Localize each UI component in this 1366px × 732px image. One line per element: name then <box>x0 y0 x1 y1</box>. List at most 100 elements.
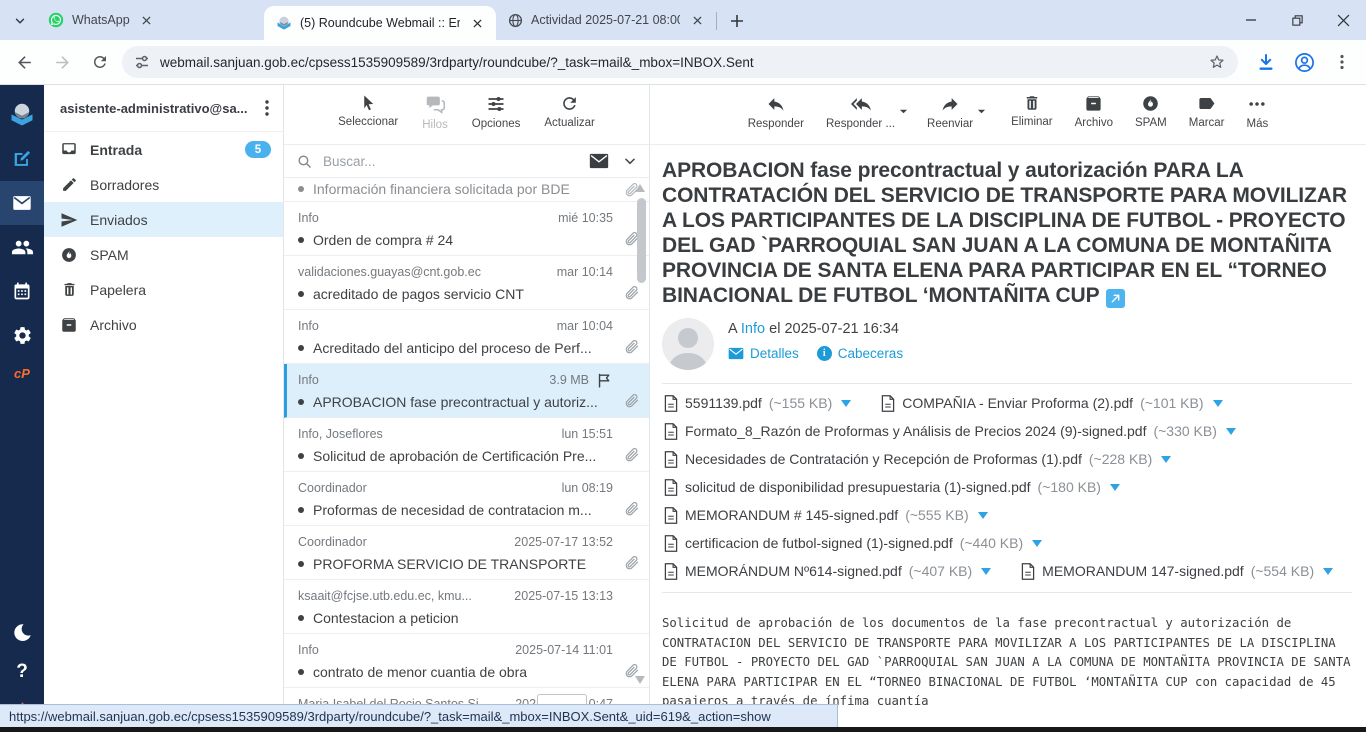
attachment-menu-caret[interactable] <box>981 568 991 575</box>
avatar <box>662 318 714 370</box>
url-text[interactable]: webmail.sanjuan.gob.ec/cpsess1535909589/… <box>160 55 1198 70</box>
tab-whatsapp[interactable]: WhatsApp <box>36 0 264 40</box>
message-row[interactable]: Info, Josefloreslun 15:51 Solicitud de a… <box>284 418 649 472</box>
folder-panel: asistente-administrativo@sa... Entrada 5… <box>44 85 283 732</box>
reply-button[interactable]: Responder <box>748 94 804 130</box>
help-button[interactable]: ? <box>0 652 44 692</box>
cpanel-link[interactable]: cP <box>0 357 44 389</box>
folder-entrada[interactable]: Entrada 5 <box>44 132 283 167</box>
close-window-button[interactable] <box>1320 0 1366 40</box>
attachment-item[interactable]: MEMORANDUM # 145-signed.pdf(~555 KB) <box>664 501 988 529</box>
folder-spam[interactable]: SPAM <box>44 237 283 272</box>
folder-enviados[interactable]: Enviados <box>44 202 283 237</box>
dark-mode-toggle[interactable] <box>0 612 44 652</box>
attachment-item[interactable]: COMPAÑIA - Enviar Proforma (2).pdf(~101 … <box>881 389 1222 417</box>
flag-icon <box>596 372 613 389</box>
message-row-partial[interactable]: Información financiera solicitada por BD… <box>284 178 649 202</box>
attachment-menu-caret[interactable] <box>1323 568 1333 575</box>
forward-button[interactable] <box>46 46 78 78</box>
browser-window: WhatsApp (5) Roundcube Webmail :: Envia … <box>0 0 1366 732</box>
download-icon[interactable] <box>1250 46 1282 78</box>
message-row-selected[interactable]: Info 3.9 MB APROBACION fase precontractu… <box>284 364 649 418</box>
reading-pane: Responder Responder ... Reenviar <box>649 85 1366 732</box>
refresh-list-button[interactable]: Actualizar <box>544 94 595 129</box>
reply-all-button[interactable]: Responder ... <box>826 94 895 130</box>
folder-borradores[interactable]: Borradores <box>44 167 283 202</box>
tab-roundcube-active[interactable]: (5) Roundcube Webmail :: Envia <box>264 6 496 40</box>
message-row[interactable]: Coordinadorlun 08:19 Proformas de necesi… <box>284 472 649 526</box>
search-icon <box>296 153 313 170</box>
profile-icon[interactable] <box>1288 46 1320 78</box>
new-tab-button[interactable] <box>723 7 751 35</box>
threads-button[interactable]: Hilos <box>422 94 448 131</box>
message-row[interactable]: Infomar 10:04 Acreditado del anticipo de… <box>284 310 649 364</box>
address-bar[interactable]: webmail.sanjuan.gob.ec/cpsess1535909589/… <box>122 46 1238 78</box>
bookmark-star-icon[interactable] <box>1208 53 1226 71</box>
headers-link[interactable]: i Cabeceras <box>817 346 903 361</box>
tab-close-icon[interactable] <box>138 11 156 29</box>
attachment-item[interactable]: Formato_8_Razón de Proformas y Análisis … <box>664 417 1236 445</box>
message-row[interactable]: Coordinador2025-07-17 13:52 PROFORMA SER… <box>284 526 649 580</box>
recipient-link[interactable]: Info <box>741 321 765 337</box>
folder-archivo[interactable]: Archivo <box>44 307 283 342</box>
calendar-nav-button[interactable] <box>0 269 44 313</box>
open-in-new-window-icon[interactable] <box>1106 289 1125 308</box>
reply-all-menu-caret[interactable] <box>899 107 908 116</box>
tab-actividad[interactable]: Actividad 2025-07-21 08:00:00 <box>496 0 714 40</box>
attachment-menu-caret[interactable] <box>1032 540 1042 547</box>
attachment-menu-caret[interactable] <box>1161 456 1171 463</box>
attachment-item[interactable]: MEMORANDUM 147-signed.pdf(~554 KB) <box>1021 557 1333 585</box>
delete-button[interactable]: Eliminar <box>1011 94 1053 128</box>
settings-nav-button[interactable] <box>0 313 44 357</box>
scrollbar-thumb[interactable] <box>637 198 646 283</box>
message-body: Solicitud de aprobación de los documento… <box>662 614 1352 712</box>
browser-menu-icon[interactable] <box>1326 46 1358 78</box>
message-row[interactable]: ksaait@fcjse.utb.edu.ec, kmu...2025-07-1… <box>284 580 649 634</box>
search-scope-envelope-icon[interactable] <box>589 153 609 169</box>
attachment-item[interactable]: Necesidades de Contratación y Recepción … <box>664 445 1171 473</box>
message-row[interactable]: Info2025-07-14 11:01 contrato de menor c… <box>284 634 649 688</box>
forward-menu-caret[interactable] <box>977 107 986 116</box>
message-row[interactable]: Infomié 10:35 Orden de compra # 24 <box>284 202 649 256</box>
attachment-item[interactable]: solicitud de disponibilidad presupuestar… <box>664 473 1120 501</box>
site-info-icon[interactable] <box>134 54 150 70</box>
refresh-button[interactable] <box>84 46 116 78</box>
attachment-item[interactable]: MEMORÁNDUM Nº614-signed.pdf(~407 KB) <box>664 557 991 585</box>
message-list-panel: Seleccionar Hilos Opciones Actualizar <box>283 85 649 732</box>
options-button[interactable]: Opciones <box>472 94 521 130</box>
attachment-paperclip-icon <box>623 554 640 571</box>
tab-close-icon[interactable] <box>688 11 706 29</box>
tab-close-icon[interactable] <box>468 14 486 32</box>
attachment-item[interactable]: 5591139.pdf(~155 KB) <box>664 389 851 417</box>
account-menu-icon[interactable] <box>259 100 275 116</box>
inbox-icon <box>60 140 78 159</box>
mark-button[interactable]: Marcar <box>1189 94 1225 129</box>
archive-button[interactable]: Archivo <box>1075 94 1113 129</box>
message-row[interactable]: validaciones.guayas@cnt.gob.ecmar 10:14 … <box>284 256 649 310</box>
minimize-button[interactable] <box>1228 0 1274 40</box>
select-button[interactable]: Seleccionar <box>338 94 398 128</box>
search-input[interactable] <box>321 153 581 170</box>
spam-flame-icon <box>60 246 78 264</box>
contacts-nav-button[interactable] <box>0 225 44 269</box>
attachment-menu-caret[interactable] <box>1110 484 1120 491</box>
spam-button[interactable]: SPAM <box>1135 94 1167 129</box>
mail-nav-button[interactable] <box>0 181 44 225</box>
attachment-menu-caret[interactable] <box>841 400 851 407</box>
search-options-chevron-icon[interactable] <box>623 154 637 168</box>
attachment-item[interactable]: certificacion de futbol-signed (1)-signe… <box>664 529 1042 557</box>
more-button[interactable]: Más <box>1247 94 1269 130</box>
tab-search-chevron-icon[interactable] <box>6 7 34 35</box>
compose-button[interactable] <box>0 137 44 181</box>
restore-button[interactable] <box>1274 0 1320 40</box>
account-email: asistente-administrativo@sa... <box>60 101 259 116</box>
attachment-menu-caret[interactable] <box>978 512 988 519</box>
forward-button[interactable]: Reenviar <box>927 94 973 130</box>
scroll-up-arrow[interactable] <box>635 184 645 192</box>
attachment-menu-caret[interactable] <box>1226 428 1236 435</box>
attachment-menu-caret[interactable] <box>1213 400 1223 407</box>
back-button[interactable] <box>8 46 40 78</box>
details-link[interactable]: Detalles <box>728 346 799 361</box>
folder-papelera[interactable]: Papelera <box>44 272 283 307</box>
scroll-down-arrow[interactable] <box>635 676 645 684</box>
